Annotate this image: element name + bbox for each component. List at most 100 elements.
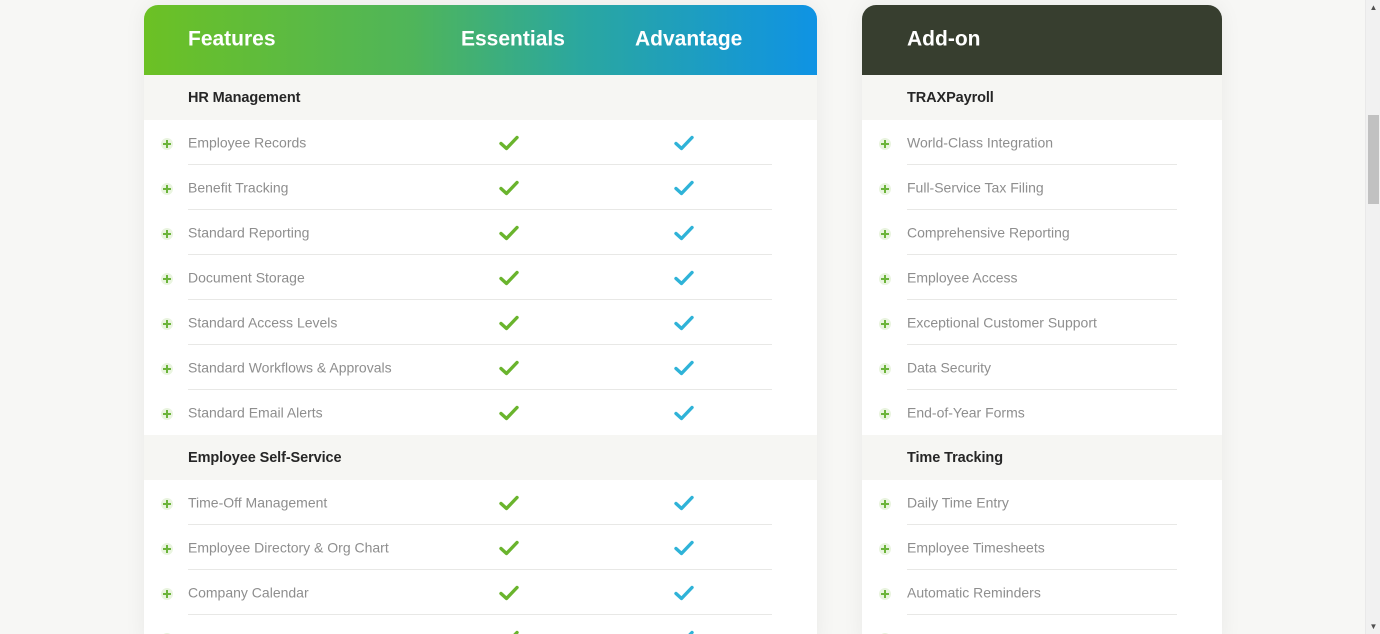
expand-plus-icon[interactable] xyxy=(161,407,173,420)
feature-row[interactable]: End-of-Year Forms xyxy=(862,390,1222,435)
expand-plus-icon[interactable] xyxy=(879,407,891,420)
expand-plus-icon[interactable] xyxy=(161,362,173,375)
feature-label: Standard Reporting xyxy=(188,224,310,241)
feature-row[interactable]: Automatic Reminders xyxy=(862,570,1222,615)
features-table-header: Features Essentials Advantage xyxy=(144,5,817,75)
feature-label: Daily Time Entry xyxy=(907,494,1009,511)
expand-plus-icon[interactable] xyxy=(161,227,173,240)
advantage-check-icon xyxy=(674,585,694,601)
expand-plus-icon[interactable] xyxy=(879,317,891,330)
expand-plus-icon[interactable] xyxy=(161,497,173,510)
expand-plus-icon[interactable] xyxy=(161,317,173,330)
feature-row[interactable]: World-Class Integration xyxy=(862,120,1222,165)
feature-row[interactable] xyxy=(862,615,1222,634)
page-scrollbar[interactable]: ▲ ▼ xyxy=(1365,0,1380,634)
expand-plus-icon[interactable] xyxy=(161,542,173,555)
essentials-check-icon xyxy=(499,585,519,601)
feature-label: Exceptional Customer Support xyxy=(907,314,1097,331)
advantage-check-icon xyxy=(674,180,694,196)
section-header: TRAXPayroll xyxy=(862,75,1222,120)
advantage-column-header: Advantage xyxy=(635,27,743,51)
feature-label: Employee Directory & Org Chart xyxy=(188,539,389,556)
feature-row[interactable]: Full-Service Tax Filing xyxy=(862,165,1222,210)
advantage-check-icon xyxy=(674,495,694,511)
feature-row[interactable]: Standard Workflows & Approvals xyxy=(144,345,817,390)
advantage-check-icon xyxy=(674,630,694,634)
section-header: Employee Self-Service xyxy=(144,435,817,480)
feature-row[interactable]: Daily Time Entry xyxy=(862,480,1222,525)
feature-label: Automatic Reminders xyxy=(907,584,1041,601)
feature-label: Employee Records xyxy=(188,134,307,151)
feature-label: Document Storage xyxy=(188,269,305,286)
section-header: Time Tracking xyxy=(862,435,1222,480)
expand-plus-icon[interactable] xyxy=(879,137,891,150)
scrollbar-thumb[interactable] xyxy=(1368,115,1379,204)
expand-plus-icon[interactable] xyxy=(879,182,891,195)
feature-label: Standard Workflows & Approvals xyxy=(188,359,392,376)
addon-column-header: Add-on xyxy=(907,27,981,51)
feature-row[interactable]: Exceptional Customer Support xyxy=(862,300,1222,345)
feature-row[interactable]: Document Storage xyxy=(144,255,817,300)
addon-table-header: Add-on xyxy=(862,5,1222,75)
advantage-check-icon xyxy=(674,360,694,376)
feature-row[interactable]: Standard Email Alerts xyxy=(144,390,817,435)
advantage-check-icon xyxy=(674,315,694,331)
essentials-check-icon xyxy=(499,630,519,634)
essentials-check-icon xyxy=(499,270,519,286)
expand-plus-icon[interactable] xyxy=(161,182,173,195)
feature-label: Employee Access xyxy=(907,269,1018,286)
features-table-body: HR Management Employee Records Benefit Tra… xyxy=(144,75,817,634)
expand-plus-icon[interactable] xyxy=(161,137,173,150)
features-column-header: Features xyxy=(188,27,276,51)
essentials-check-icon xyxy=(499,315,519,331)
feature-label: Standard Access Levels xyxy=(188,314,338,331)
feature-row[interactable]: Employee Access xyxy=(862,255,1222,300)
feature-label: Benefit Tracking xyxy=(188,179,289,196)
feature-row[interactable]: Comprehensive Reporting xyxy=(862,210,1222,255)
scroll-up-arrow-icon[interactable]: ▲ xyxy=(1366,0,1380,15)
feature-row[interactable]: Employee Records xyxy=(144,120,817,165)
advantage-check-icon xyxy=(674,270,694,286)
feature-label: Comprehensive Reporting xyxy=(907,224,1070,241)
advantage-check-icon xyxy=(674,225,694,241)
section-header: HR Management xyxy=(144,75,817,120)
feature-row[interactable]: Benefit Tracking xyxy=(144,165,817,210)
advantage-check-icon xyxy=(674,540,694,556)
scroll-down-arrow-icon[interactable]: ▼ xyxy=(1366,619,1380,634)
feature-row[interactable]: Standard Reporting xyxy=(144,210,817,255)
feature-row[interactable]: Employee Timesheets xyxy=(862,525,1222,570)
feature-row[interactable]: Employee Directory & Org Chart xyxy=(144,525,817,570)
feature-row[interactable]: Data Security xyxy=(862,345,1222,390)
essentials-check-icon xyxy=(499,360,519,376)
expand-plus-icon[interactable] xyxy=(161,587,173,600)
feature-label: Employee Timesheets xyxy=(907,539,1045,556)
feature-label: World-Class Integration xyxy=(907,134,1054,151)
expand-plus-icon[interactable] xyxy=(879,272,891,285)
addon-table-body: TRAXPayroll World-Class Integration Full-S… xyxy=(862,75,1222,634)
essentials-column-header: Essentials xyxy=(461,27,565,51)
essentials-check-icon xyxy=(499,540,519,556)
feature-label: Data Security xyxy=(907,359,992,376)
essentials-check-icon xyxy=(499,405,519,421)
feature-row[interactable]: Time-Off Management xyxy=(144,480,817,525)
advantage-check-icon xyxy=(674,135,694,151)
feature-row[interactable] xyxy=(144,615,817,634)
feature-label: Standard Email Alerts xyxy=(188,404,323,421)
feature-label: Full-Service Tax Filing xyxy=(907,179,1044,196)
expand-plus-icon[interactable] xyxy=(879,542,891,555)
feature-label: Company Calendar xyxy=(188,584,309,601)
expand-plus-icon[interactable] xyxy=(879,362,891,375)
essentials-check-icon xyxy=(499,135,519,151)
feature-label: Time-Off Management xyxy=(188,494,328,511)
advantage-check-icon xyxy=(674,405,694,421)
essentials-check-icon xyxy=(499,495,519,511)
features-comparison-table: Features Essentials Advantage HR Managem… xyxy=(144,5,817,634)
essentials-check-icon xyxy=(499,180,519,196)
feature-row[interactable]: Company Calendar xyxy=(144,570,817,615)
expand-plus-icon[interactable] xyxy=(879,227,891,240)
expand-plus-icon[interactable] xyxy=(879,587,891,600)
expand-plus-icon[interactable] xyxy=(879,497,891,510)
essentials-check-icon xyxy=(499,225,519,241)
feature-row[interactable]: Standard Access Levels xyxy=(144,300,817,345)
expand-plus-icon[interactable] xyxy=(161,272,173,285)
